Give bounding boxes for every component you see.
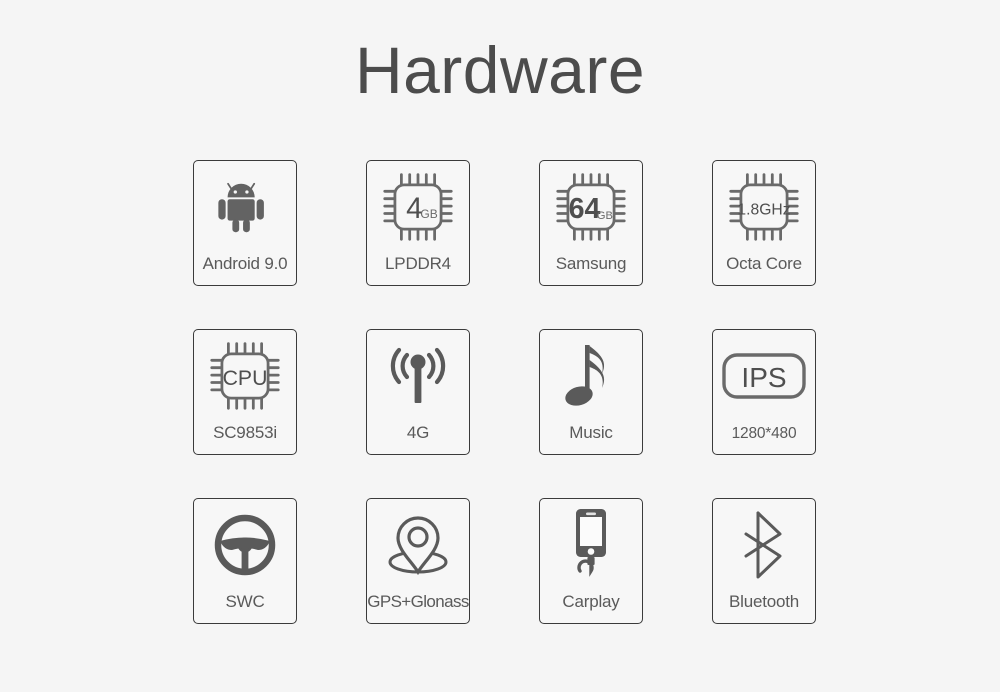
feature-tile-octa-core[interactable]: 1.8GHz Octa Core	[712, 160, 816, 286]
chip-value-text: CPU	[223, 367, 268, 390]
feature-tile-4g[interactable]: 4G	[366, 329, 470, 455]
grid-row: Android 9.0 4 GB LPDDR4 64 GB Samsung 1.…	[193, 160, 817, 329]
feature-tile-label: Bluetooth	[728, 592, 800, 611]
chip-value-text: 64	[569, 193, 601, 225]
cpu-chip-icon: CPU	[193, 334, 297, 418]
hardware-spec-page: Hardware Android 9.0 4 GB LPDDR4 64 GB S…	[0, 0, 1000, 692]
feature-tile-label: Samsung	[555, 254, 627, 273]
chip-unit-text: GB	[420, 207, 437, 221]
feature-tile-ips[interactable]: IPS 1280*480	[712, 329, 816, 455]
ips-label-text: IPS	[741, 362, 786, 393]
antenna-signal-icon	[366, 334, 470, 418]
hardware-feature-grid: Android 9.0 4 GB LPDDR4 64 GB Samsung 1.…	[193, 160, 817, 667]
feature-tile-label: 1280*480	[731, 425, 797, 442]
memory-chip-icon: 4 GB	[366, 165, 470, 249]
feature-tile-label: 4G	[406, 423, 430, 442]
feature-tile-android[interactable]: Android 9.0	[193, 160, 297, 286]
feature-tile-label: Music	[569, 423, 613, 442]
feature-tile-label: SC9853i	[213, 423, 277, 442]
phone-cable-icon	[539, 503, 643, 587]
ips-screen-icon: IPS	[712, 334, 816, 418]
feature-tile-swc[interactable]: SWC	[193, 498, 297, 624]
grid-row: SWC GPS+Glonass Carplay Bluetooth	[193, 498, 817, 667]
feature-tile-label: SWC	[225, 592, 265, 611]
feature-tile-music[interactable]: Music	[539, 329, 643, 455]
map-pin-icon	[366, 503, 470, 587]
grid-row: CPU SC9853i 4G Music IPS 1280*480	[193, 329, 817, 498]
feature-tile-gps[interactable]: GPS+Glonass	[366, 498, 470, 624]
feature-tile-lpddr4[interactable]: 4 GB LPDDR4	[366, 160, 470, 286]
feature-tile-label: Octa Core	[726, 254, 802, 273]
feature-tile-label: LPDDR4	[385, 254, 451, 273]
feature-tile-label: GPS+Glonass	[367, 592, 469, 611]
feature-tile-samsung[interactable]: 64 GB Samsung	[539, 160, 643, 286]
feature-tile-bluetooth[interactable]: Bluetooth	[712, 498, 816, 624]
android-robot-icon	[193, 165, 297, 249]
steering-wheel-icon	[193, 503, 297, 587]
bluetooth-icon	[712, 503, 816, 587]
feature-tile-label: Carplay	[562, 592, 620, 611]
music-note-icon	[539, 334, 643, 418]
page-title: Hardware	[354, 33, 646, 107]
chip-value-text: 1.8GHz	[737, 201, 790, 218]
feature-tile-carplay[interactable]: Carplay	[539, 498, 643, 624]
feature-tile-label: Android 9.0	[202, 254, 288, 273]
chip-unit-text: GB	[597, 210, 613, 222]
feature-tile-cpu[interactable]: CPU SC9853i	[193, 329, 297, 455]
processor-chip-icon: 1.8GHz	[712, 165, 816, 249]
memory-chip-icon: 64 GB	[539, 165, 643, 249]
